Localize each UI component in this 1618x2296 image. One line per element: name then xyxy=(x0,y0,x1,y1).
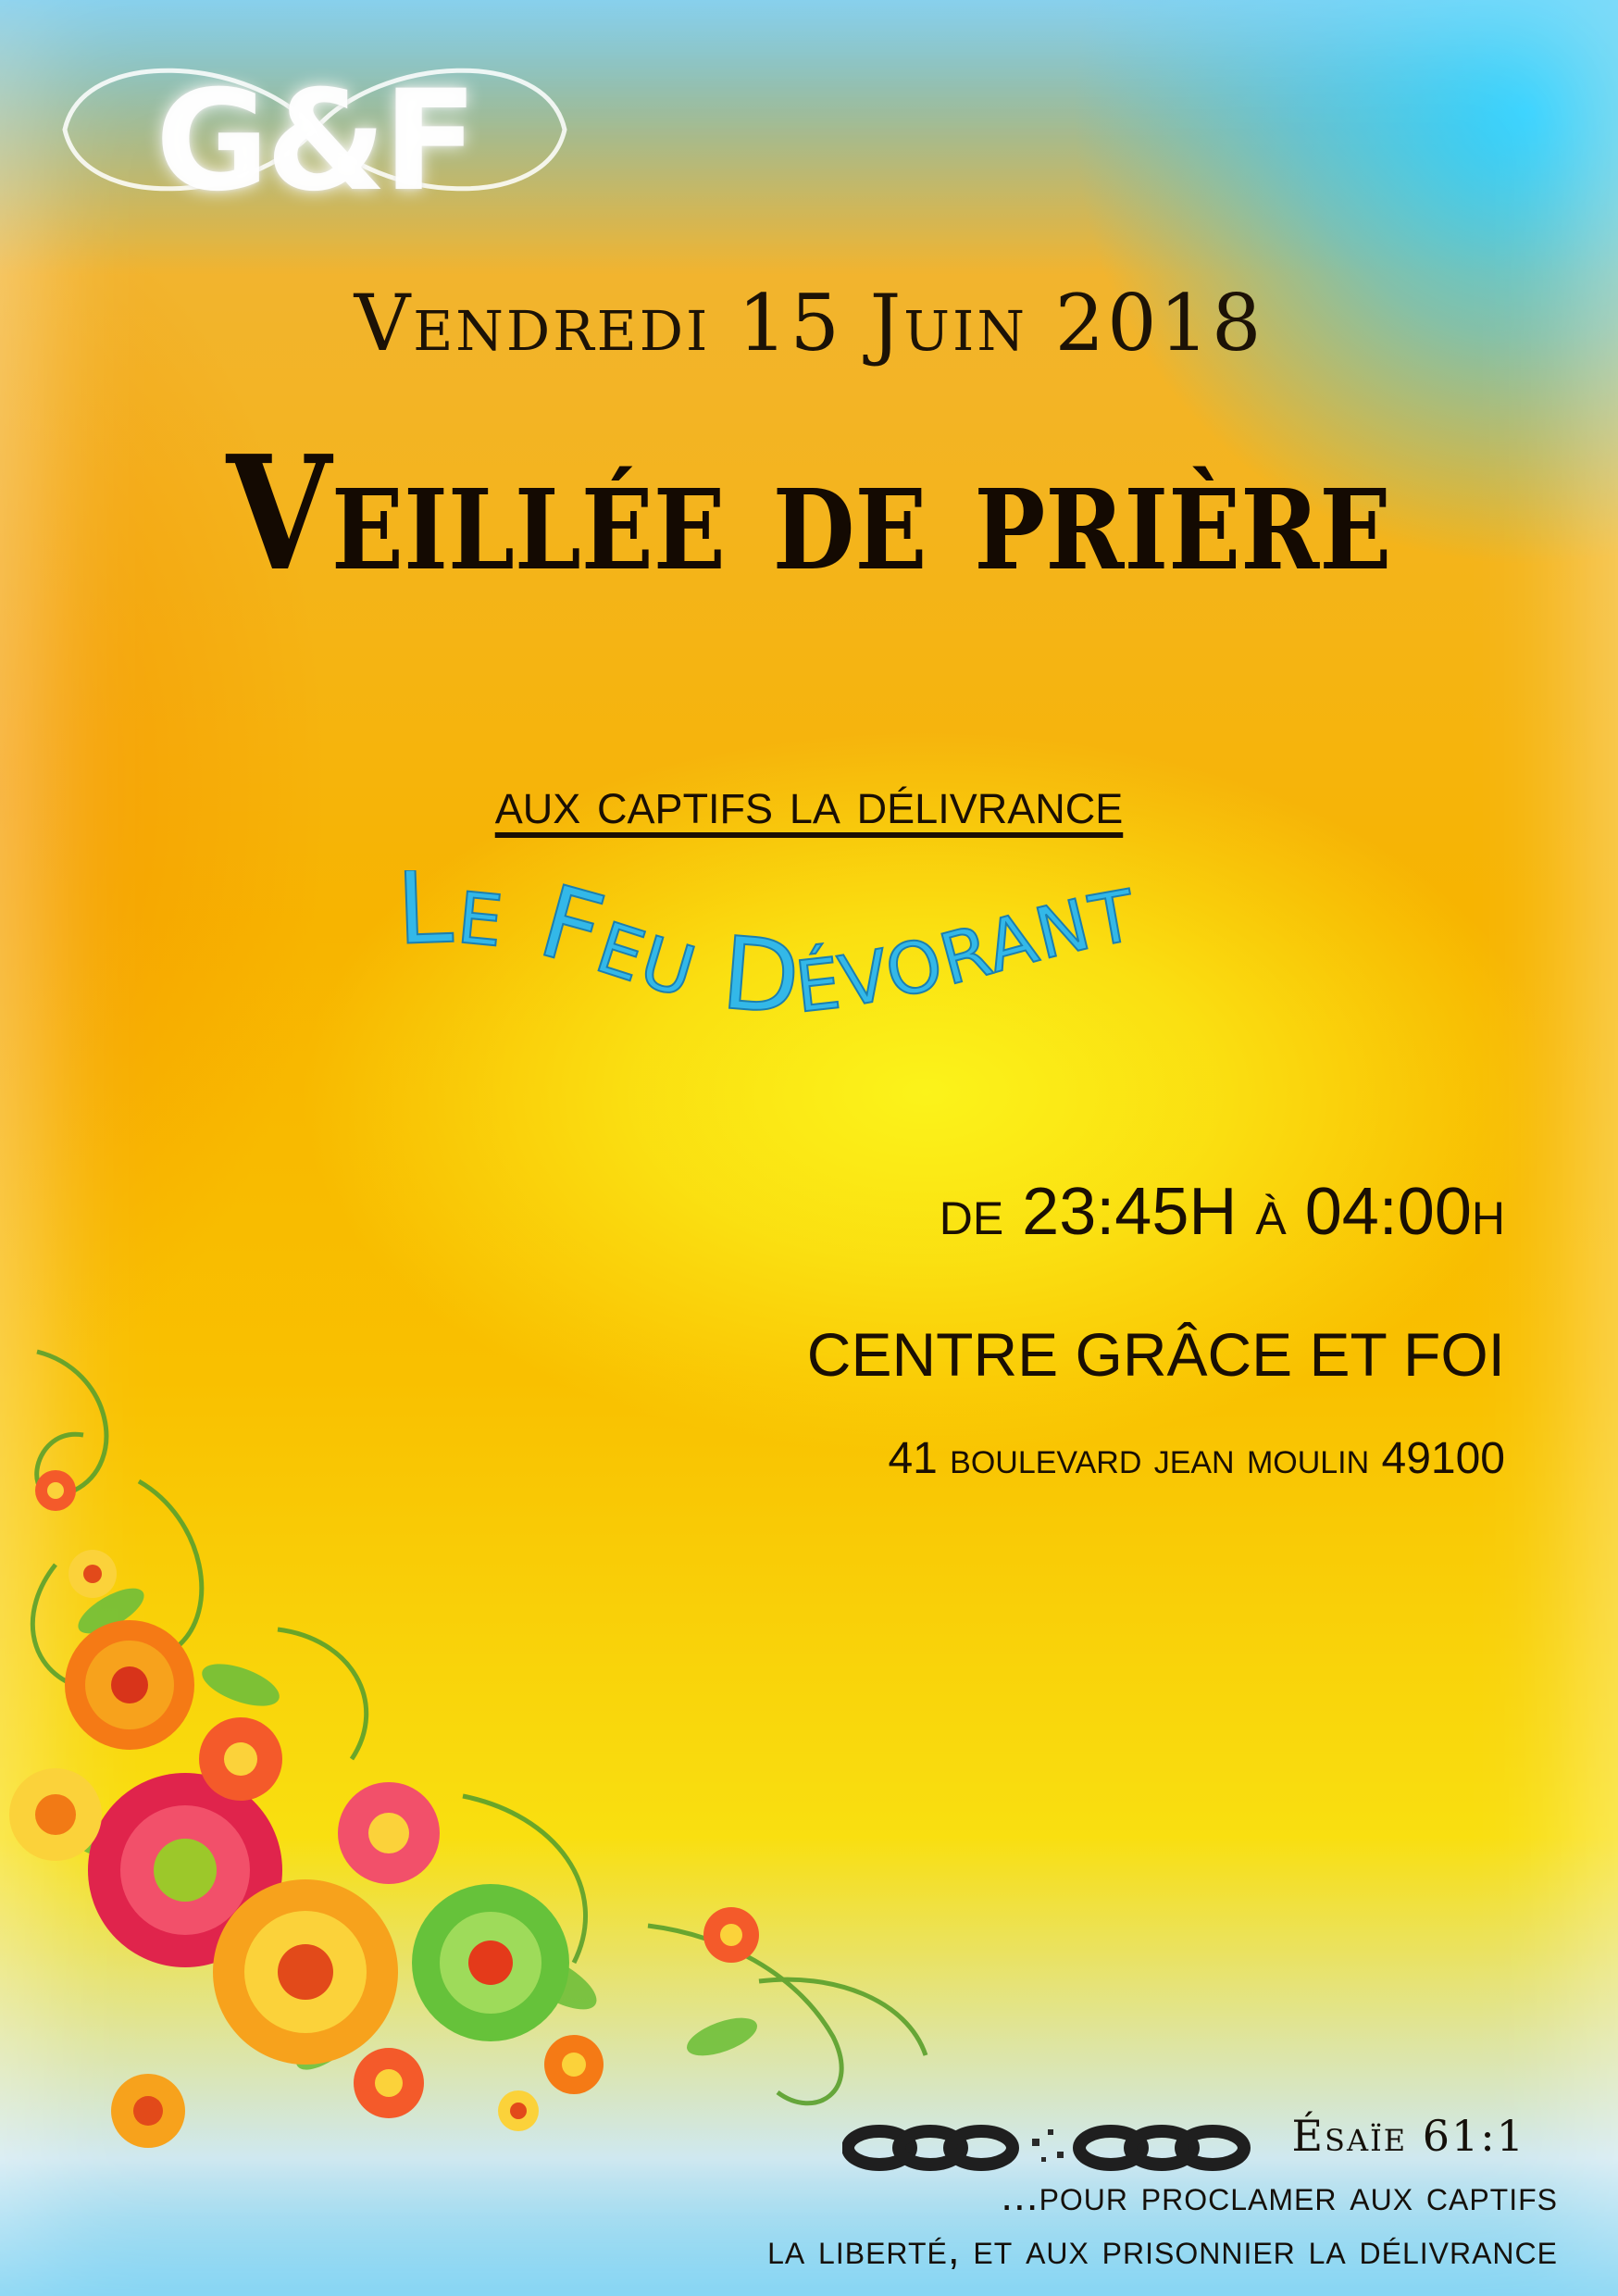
event-date: Vendredi 15 Juin 2018 xyxy=(354,278,1264,368)
verse-reference: Ésaïe 61:1 xyxy=(1291,2111,1525,2161)
verse-line-1: ...pour proclamer aux captifs xyxy=(1001,2171,1558,2219)
verse-line-2: la liberté, et aux prisonnier la délivra… xyxy=(767,2225,1558,2273)
event-time: de 23:45H à 04:00h xyxy=(939,1175,1505,1249)
logo-text: G&F xyxy=(155,61,478,222)
event-address: 41 boulevard jean moulin 49100 xyxy=(888,1434,1505,1483)
theme-text: Le Feu Dévorant xyxy=(394,847,1143,1038)
event-title: Veillée de prière xyxy=(226,421,1392,606)
gf-logo: G&F xyxy=(28,37,602,222)
flower-corner-icon xyxy=(9,1349,928,2148)
event-subtitle: aux captifs la délivrance xyxy=(494,769,1124,836)
svg-text:Le Feu Dévorant: Le Feu Dévorant xyxy=(395,870,1144,1038)
event-theme: Le Feu Dévorant xyxy=(389,847,1240,1083)
